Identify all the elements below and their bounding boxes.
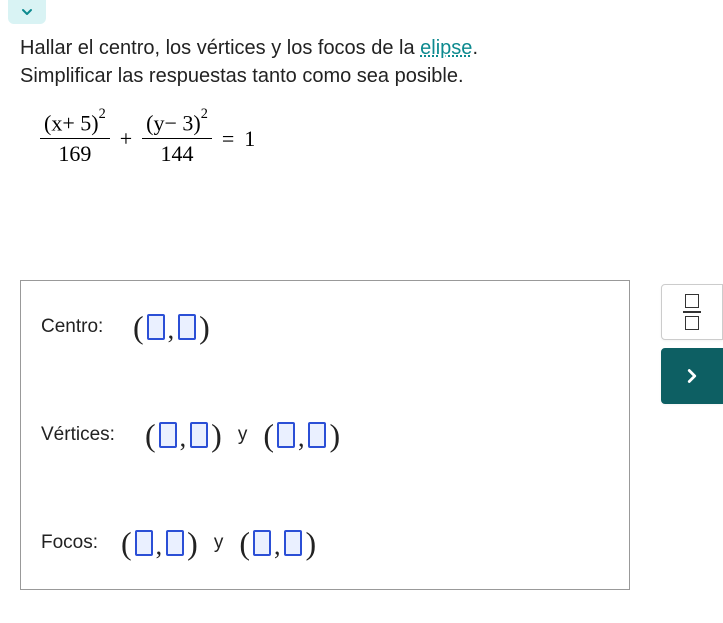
vertex2-y-input[interactable] bbox=[308, 422, 326, 448]
answer-panel: Centro: ( , ) Vértices: ( , ) y ( , ) Fo… bbox=[20, 280, 630, 590]
ellipse-link[interactable]: elipse bbox=[420, 37, 472, 59]
problem-statement: Hallar el centro, los vértices y los foc… bbox=[20, 34, 703, 90]
vertices-row: Vértices: ( , ) y ( , ) bbox=[41, 419, 609, 451]
chevron-right-icon bbox=[681, 365, 703, 387]
vertices-label: Vértices: bbox=[41, 424, 133, 446]
comma: , bbox=[298, 423, 305, 453]
centro-x-input[interactable] bbox=[147, 314, 165, 340]
chevron-down-icon bbox=[19, 4, 35, 20]
close-paren: ) bbox=[211, 419, 222, 451]
focus1-x-input[interactable] bbox=[135, 530, 153, 556]
term2-den: 144 bbox=[157, 139, 198, 167]
equals-sign: = bbox=[216, 126, 240, 152]
focus1-y-input[interactable] bbox=[166, 530, 184, 556]
vertex2-x-input[interactable] bbox=[277, 422, 295, 448]
term1-num-base: (x+ 5) bbox=[44, 110, 99, 135]
instruction-pre: Hallar el centro, los vértices y los foc… bbox=[20, 37, 420, 59]
vertex1-x-input[interactable] bbox=[159, 422, 177, 448]
fraction-2: (y− 3)2 144 bbox=[142, 110, 212, 167]
centro-pair: ( , ) bbox=[133, 311, 210, 343]
term1-den: 169 bbox=[54, 139, 95, 167]
instruction-post: . bbox=[472, 37, 478, 59]
fraction-tool-button[interactable] bbox=[661, 284, 723, 340]
comma: , bbox=[168, 315, 175, 345]
comma: , bbox=[156, 531, 163, 561]
open-paren: ( bbox=[145, 419, 156, 451]
close-paren: ) bbox=[199, 311, 210, 343]
focos-label: Focos: bbox=[41, 532, 109, 554]
vertex2-pair: ( , ) bbox=[263, 419, 340, 451]
close-paren: ) bbox=[329, 419, 340, 451]
comma: , bbox=[180, 423, 187, 453]
focos-row: Focos: ( , ) y ( , ) bbox=[41, 527, 609, 559]
math-toolbar bbox=[661, 284, 723, 404]
centro-label: Centro: bbox=[41, 316, 121, 338]
open-paren: ( bbox=[239, 527, 250, 559]
centro-row: Centro: ( , ) bbox=[41, 311, 609, 343]
ellipse-equation: (x+ 5)2 169 + (y− 3)2 144 = 1 bbox=[40, 110, 255, 167]
next-button[interactable] bbox=[661, 348, 723, 404]
vertex1-y-input[interactable] bbox=[190, 422, 208, 448]
close-paren: ) bbox=[305, 527, 316, 559]
and-separator: y bbox=[238, 424, 248, 446]
centro-y-input[interactable] bbox=[178, 314, 196, 340]
open-paren: ( bbox=[263, 419, 274, 451]
fraction-icon bbox=[683, 294, 701, 330]
focus2-x-input[interactable] bbox=[253, 530, 271, 556]
plus-sign: + bbox=[114, 126, 138, 152]
collapse-badge[interactable] bbox=[8, 0, 46, 24]
and-separator: y bbox=[214, 532, 224, 554]
close-paren: ) bbox=[187, 527, 198, 559]
rhs-value: 1 bbox=[244, 126, 255, 152]
term2-exponent: 2 bbox=[201, 106, 208, 122]
focus1-pair: ( , ) bbox=[121, 527, 198, 559]
open-paren: ( bbox=[133, 311, 144, 343]
term1-exponent: 2 bbox=[99, 106, 106, 122]
fraction-1: (x+ 5)2 169 bbox=[40, 110, 110, 167]
comma: , bbox=[274, 531, 281, 561]
focus2-y-input[interactable] bbox=[284, 530, 302, 556]
open-paren: ( bbox=[121, 527, 132, 559]
vertex1-pair: ( , ) bbox=[145, 419, 222, 451]
focus2-pair: ( , ) bbox=[239, 527, 316, 559]
instruction-line2: Simplificar las respuestas tanto como se… bbox=[20, 65, 464, 87]
term2-num-base: (y− 3) bbox=[146, 110, 201, 135]
